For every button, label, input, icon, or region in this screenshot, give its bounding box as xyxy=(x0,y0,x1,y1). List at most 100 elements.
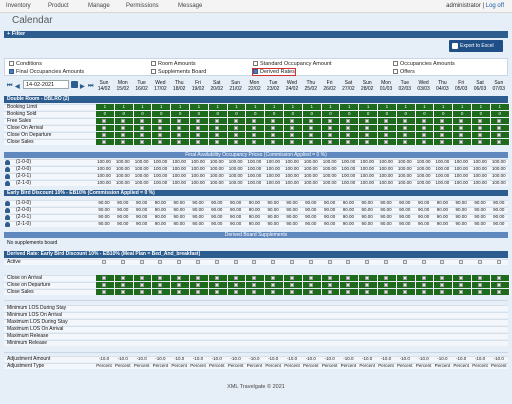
checkbox[interactable] xyxy=(290,290,294,294)
cell[interactable] xyxy=(378,275,397,281)
last-page-icon[interactable]: ⏭ xyxy=(88,83,93,90)
checkbox[interactable] xyxy=(440,276,445,280)
cell[interactable] xyxy=(340,125,360,131)
checkbox[interactable] xyxy=(102,119,106,123)
checkbox[interactable] xyxy=(327,133,332,137)
cell[interactable] xyxy=(302,282,322,288)
cell[interactable] xyxy=(114,125,134,131)
filter-final-occupancies-amounts[interactable]: Final Occupancies Amounts xyxy=(9,69,84,75)
cell[interactable] xyxy=(208,282,228,288)
checkbox[interactable] xyxy=(346,260,351,264)
cell[interactable] xyxy=(359,118,378,124)
checkbox[interactable] xyxy=(496,133,501,137)
nav-product[interactable]: Product xyxy=(48,3,69,9)
cell[interactable] xyxy=(208,118,228,124)
checkbox[interactable] xyxy=(233,260,238,264)
checkbox[interactable] xyxy=(421,133,426,137)
checkbox[interactable] xyxy=(478,260,482,264)
checkbox[interactable] xyxy=(384,283,388,287)
checkbox[interactable] xyxy=(440,119,445,123)
checkbox[interactable] xyxy=(214,140,219,144)
cell[interactable]: 1 xyxy=(453,104,472,110)
cell[interactable]: 0 xyxy=(340,111,360,117)
cell[interactable] xyxy=(490,275,510,281)
checkbox[interactable] xyxy=(177,283,182,287)
cell[interactable]: 0 xyxy=(265,111,284,117)
checkbox[interactable] xyxy=(365,119,370,123)
cell[interactable]: 1 xyxy=(359,104,378,110)
cell[interactable] xyxy=(190,275,209,281)
checkbox[interactable] xyxy=(271,290,276,294)
checkbox[interactable] xyxy=(421,283,426,287)
cell[interactable] xyxy=(134,259,153,265)
cell[interactable] xyxy=(171,118,190,124)
checkbox[interactable] xyxy=(158,283,163,287)
prev-page-icon[interactable]: ◀ xyxy=(15,83,20,90)
calendar-icon[interactable] xyxy=(71,81,78,88)
cell[interactable] xyxy=(246,132,266,138)
cell[interactable] xyxy=(171,275,190,281)
cell[interactable]: 1 xyxy=(96,104,115,110)
checkbox[interactable] xyxy=(421,290,426,294)
cell[interactable] xyxy=(472,118,491,124)
cell[interactable]: 0 xyxy=(378,111,397,117)
cell[interactable] xyxy=(453,275,472,281)
cell[interactable] xyxy=(133,282,153,288)
cell[interactable] xyxy=(359,132,378,138)
export-excel-button[interactable]: Export to Excel xyxy=(449,40,503,52)
cell[interactable] xyxy=(96,275,115,281)
checkbox[interactable] xyxy=(196,119,200,123)
cell[interactable]: 1 xyxy=(265,104,284,110)
checkbox[interactable] xyxy=(327,276,332,280)
checkbox[interactable] xyxy=(440,126,445,130)
cell[interactable] xyxy=(133,132,153,138)
cell[interactable] xyxy=(227,275,247,281)
checkbox[interactable] xyxy=(496,119,501,123)
cell[interactable]: 0 xyxy=(472,111,491,117)
checkbox[interactable] xyxy=(346,133,351,137)
checkbox[interactable] xyxy=(177,276,182,280)
checkbox[interactable] xyxy=(402,119,407,123)
checkbox[interactable] xyxy=(440,260,445,264)
cell[interactable] xyxy=(284,125,303,131)
checkbox[interactable] xyxy=(120,260,125,264)
checkbox[interactable] xyxy=(214,133,219,137)
cell[interactable] xyxy=(378,282,397,288)
cell[interactable] xyxy=(472,282,491,288)
cell[interactable] xyxy=(114,139,134,145)
cell[interactable]: 1 xyxy=(171,104,190,110)
cell[interactable] xyxy=(359,139,378,145)
cell[interactable] xyxy=(208,289,228,295)
checkbox[interactable] xyxy=(496,283,501,287)
cell[interactable] xyxy=(340,289,360,295)
cell[interactable] xyxy=(114,282,134,288)
cell[interactable] xyxy=(227,118,247,124)
checkbox[interactable] xyxy=(478,276,482,280)
checkbox[interactable] xyxy=(158,276,163,280)
checkbox[interactable] xyxy=(252,276,257,280)
checkbox[interactable] xyxy=(158,260,163,264)
checkbox[interactable] xyxy=(158,126,163,130)
cell[interactable] xyxy=(302,118,322,124)
cell[interactable]: 0 xyxy=(490,111,510,117)
cell[interactable] xyxy=(171,289,190,295)
cell[interactable] xyxy=(227,125,247,131)
cell[interactable] xyxy=(415,132,435,138)
cell[interactable] xyxy=(114,132,134,138)
cell[interactable] xyxy=(246,139,266,145)
cell[interactable]: 1 xyxy=(246,104,266,110)
checkbox[interactable] xyxy=(346,126,351,130)
cell[interactable] xyxy=(321,125,341,131)
cell[interactable] xyxy=(321,139,341,145)
cell[interactable]: 1 xyxy=(378,104,397,110)
cell[interactable] xyxy=(340,132,360,138)
checkbox[interactable] xyxy=(102,140,106,144)
checkbox[interactable] xyxy=(102,283,106,287)
checkbox[interactable] xyxy=(177,133,182,137)
checkbox[interactable] xyxy=(214,119,219,123)
cell[interactable] xyxy=(415,289,435,295)
cell[interactable] xyxy=(246,275,266,281)
cell[interactable] xyxy=(265,282,284,288)
cell[interactable] xyxy=(152,282,172,288)
cell[interactable] xyxy=(284,118,303,124)
